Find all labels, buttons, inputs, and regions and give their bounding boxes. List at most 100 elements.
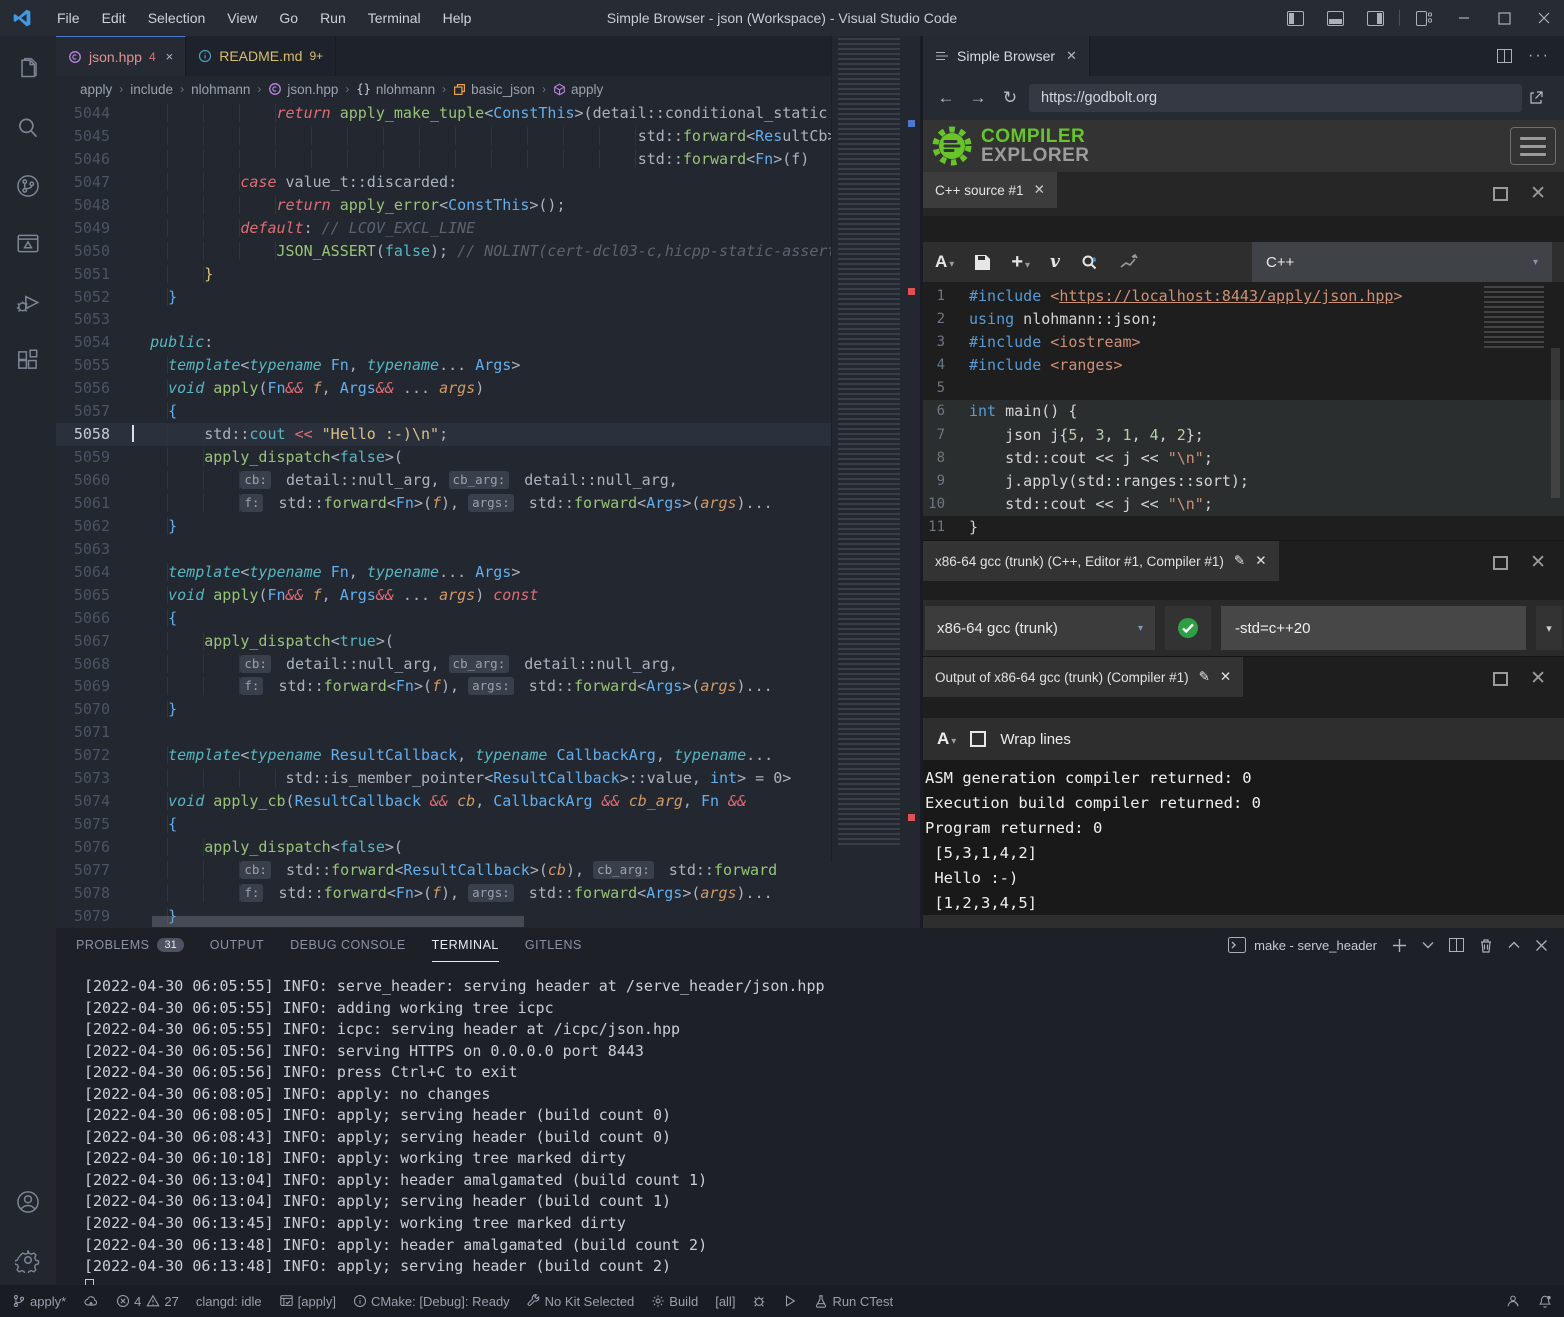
compiler-options-input[interactable]: -std=c++20 <box>1221 606 1526 650</box>
menu-go[interactable]: Go <box>268 10 309 26</box>
panel-tab-output[interactable]: OUTPUT <box>210 928 264 962</box>
open-external-icon[interactable] <box>1528 90 1554 106</box>
minimize-icon[interactable] <box>1444 0 1484 36</box>
toggle-secondary-sidebar-icon[interactable] <box>1355 0 1395 36</box>
panel-tab-debug-console[interactable]: DEBUG CONSOLE <box>290 928 406 962</box>
panel-tab-gitlens[interactable]: GITLENS <box>525 928 582 962</box>
customize-layout-icon[interactable] <box>1404 0 1444 36</box>
godbolt-source-editor[interactable]: 1#include <https://localhost:8443/apply/… <box>923 282 1564 540</box>
tab-json.hpp[interactable]: json.hpp 4 × <box>56 36 186 76</box>
quick-bench-icon[interactable] <box>1119 253 1139 271</box>
status-ctest[interactable]: Run CTest <box>814 1294 893 1309</box>
horizontal-scrollbar[interactable] <box>152 916 524 927</box>
activity-search-icon[interactable] <box>0 102 56 154</box>
activity-account-icon[interactable] <box>0 1176 56 1228</box>
status-cmake-status[interactable]: CMake: [Debug]: Ready <box>353 1294 510 1309</box>
terminal-instance[interactable]: make - serve_header <box>1228 937 1377 953</box>
font-size-icon[interactable]: A▾ <box>937 729 956 749</box>
breadcrumb[interactable]: apply›include›nlohmann›json.hpp›{}nlohma… <box>56 76 917 102</box>
status-build-target[interactable]: [all] <box>715 1294 735 1309</box>
close-output-icon[interactable]: ✕ <box>1220 669 1231 685</box>
forward-icon[interactable]: → <box>965 88 991 108</box>
toggle-panel-icon[interactable] <box>1315 0 1355 36</box>
close-source-icon[interactable]: ✕ <box>1034 182 1045 198</box>
breadcrumb-apply[interactable]: apply <box>553 82 603 97</box>
close-tab-icon[interactable]: × <box>166 49 174 64</box>
compiler-select[interactable]: x86-64 gcc (trunk) ▾ <box>925 606 1155 650</box>
status-feedback[interactable] <box>1506 1294 1520 1308</box>
activity-run-debug-icon[interactable] <box>0 276 56 328</box>
status-git-branch[interactable]: apply* <box>12 1294 66 1309</box>
menu-run[interactable]: Run <box>309 10 357 26</box>
menu-view[interactable]: View <box>216 10 268 26</box>
vim-mode-icon[interactable]: v <box>1050 252 1060 272</box>
toggle-sidebar-icon[interactable] <box>1275 0 1315 36</box>
new-terminal-icon[interactable] <box>1392 938 1407 953</box>
menu-help[interactable]: Help <box>432 10 483 26</box>
close-pane-icon[interactable]: ✕ <box>1530 551 1546 574</box>
edit-compiler-name-icon[interactable]: ✎ <box>1234 553 1245 569</box>
wrap-lines-checkbox[interactable] <box>970 731 986 747</box>
maximize-pane-icon[interactable] <box>1493 672 1508 686</box>
panel-tab-terminal[interactable]: TERMINAL <box>432 928 499 962</box>
tab-simple-browser[interactable]: Simple Browser ✕ <box>923 36 1090 76</box>
breadcrumb-json.hpp[interactable]: json.hpp <box>268 82 338 97</box>
output-pane-tab[interactable]: Output of x86-64 gcc (trunk) (Compiler #… <box>923 657 1243 697</box>
close-pane-icon[interactable]: ✕ <box>1530 182 1546 205</box>
menu-terminal[interactable]: Terminal <box>357 10 432 26</box>
status-problems[interactable]: 427 <box>116 1294 179 1309</box>
panel-tab-problems[interactable]: PROBLEMS31 <box>76 928 184 962</box>
reload-icon[interactable]: ↻ <box>997 88 1023 108</box>
status-build[interactable]: Build <box>651 1294 698 1309</box>
tab-README.md[interactable]: README.md 9+ <box>186 36 336 76</box>
activity-explorer-icon[interactable] <box>0 44 56 96</box>
status-debug[interactable] <box>752 1294 766 1308</box>
breadcrumb-nlohmann[interactable]: nlohmann <box>191 82 250 97</box>
back-icon[interactable]: ← <box>933 88 959 108</box>
status-sync[interactable] <box>83 1294 99 1308</box>
compiler-pane-tab[interactable]: x86-64 gcc (trunk) (C++, Editor #1, Comp… <box>923 541 1279 581</box>
activity-settings-icon[interactable] <box>0 1234 56 1286</box>
status-clangd[interactable]: clangd: idle <box>196 1294 262 1309</box>
close-compiler-icon[interactable]: ✕ <box>1255 553 1266 569</box>
menu-selection[interactable]: Selection <box>137 10 217 26</box>
hamburger-menu-icon[interactable] <box>1510 127 1556 165</box>
add-pane-icon[interactable]: +▾ <box>1011 251 1030 274</box>
status-launch[interactable] <box>783 1294 797 1308</box>
options-dropdown-icon[interactable]: ▾ <box>1536 606 1562 650</box>
terminal-dropdown-icon[interactable] <box>1422 941 1434 949</box>
maximize-panel-icon[interactable] <box>1508 941 1520 949</box>
menu-edit[interactable]: Edit <box>91 10 137 26</box>
url-input[interactable]: https://godbolt.org <box>1029 84 1522 112</box>
activity-extensions-icon[interactable] <box>0 334 56 386</box>
split-editor-icon[interactable] <box>1497 49 1512 63</box>
maximize-pane-icon[interactable] <box>1493 556 1508 570</box>
menu-file[interactable]: File <box>46 10 91 26</box>
split-terminal-icon[interactable] <box>1449 938 1464 952</box>
godbolt-scrollbar[interactable] <box>1551 348 1560 498</box>
kill-terminal-icon[interactable] <box>1479 938 1493 953</box>
code-editor[interactable]: 5044 return apply_make_tuple<ConstThis>(… <box>56 102 917 928</box>
language-select[interactable]: C++ ▾ <box>1252 242 1552 282</box>
edit-output-name-icon[interactable]: ✎ <box>1199 669 1210 685</box>
terminal-content[interactable]: [2022-04-30 06:05:55] INFO: serve_header… <box>56 962 1564 1299</box>
activity-cmake-icon[interactable] <box>0 218 56 270</box>
search-icon[interactable] <box>1080 253 1099 272</box>
status-notifications[interactable] <box>1538 1294 1552 1309</box>
minimap[interactable] <box>831 36 917 862</box>
maximize-icon[interactable] <box>1484 0 1524 36</box>
save-icon[interactable] <box>974 254 991 271</box>
more-actions-icon[interactable]: ··· <box>1528 47 1550 65</box>
ce-logo-words[interactable]: COMPILER EXPLORER <box>981 127 1090 165</box>
breadcrumb-apply[interactable]: apply <box>80 82 112 97</box>
font-size-icon[interactable]: A▾ <box>935 252 954 272</box>
activity-source-control-icon[interactable] <box>0 160 56 212</box>
close-tab-icon[interactable]: ✕ <box>1066 48 1077 64</box>
breadcrumb-include[interactable]: include <box>130 82 173 97</box>
close-window-icon[interactable] <box>1524 0 1564 36</box>
tab-cpp-source[interactable]: C++ source #1 ✕ <box>923 172 1057 208</box>
breadcrumb-basic_json[interactable]: basic_json <box>453 82 535 97</box>
maximize-pane-icon[interactable] <box>1493 187 1508 201</box>
breadcrumb-nlohmann[interactable]: {}nlohmann <box>356 82 435 97</box>
status-cmake-project[interactable]: [apply] <box>279 1294 336 1309</box>
